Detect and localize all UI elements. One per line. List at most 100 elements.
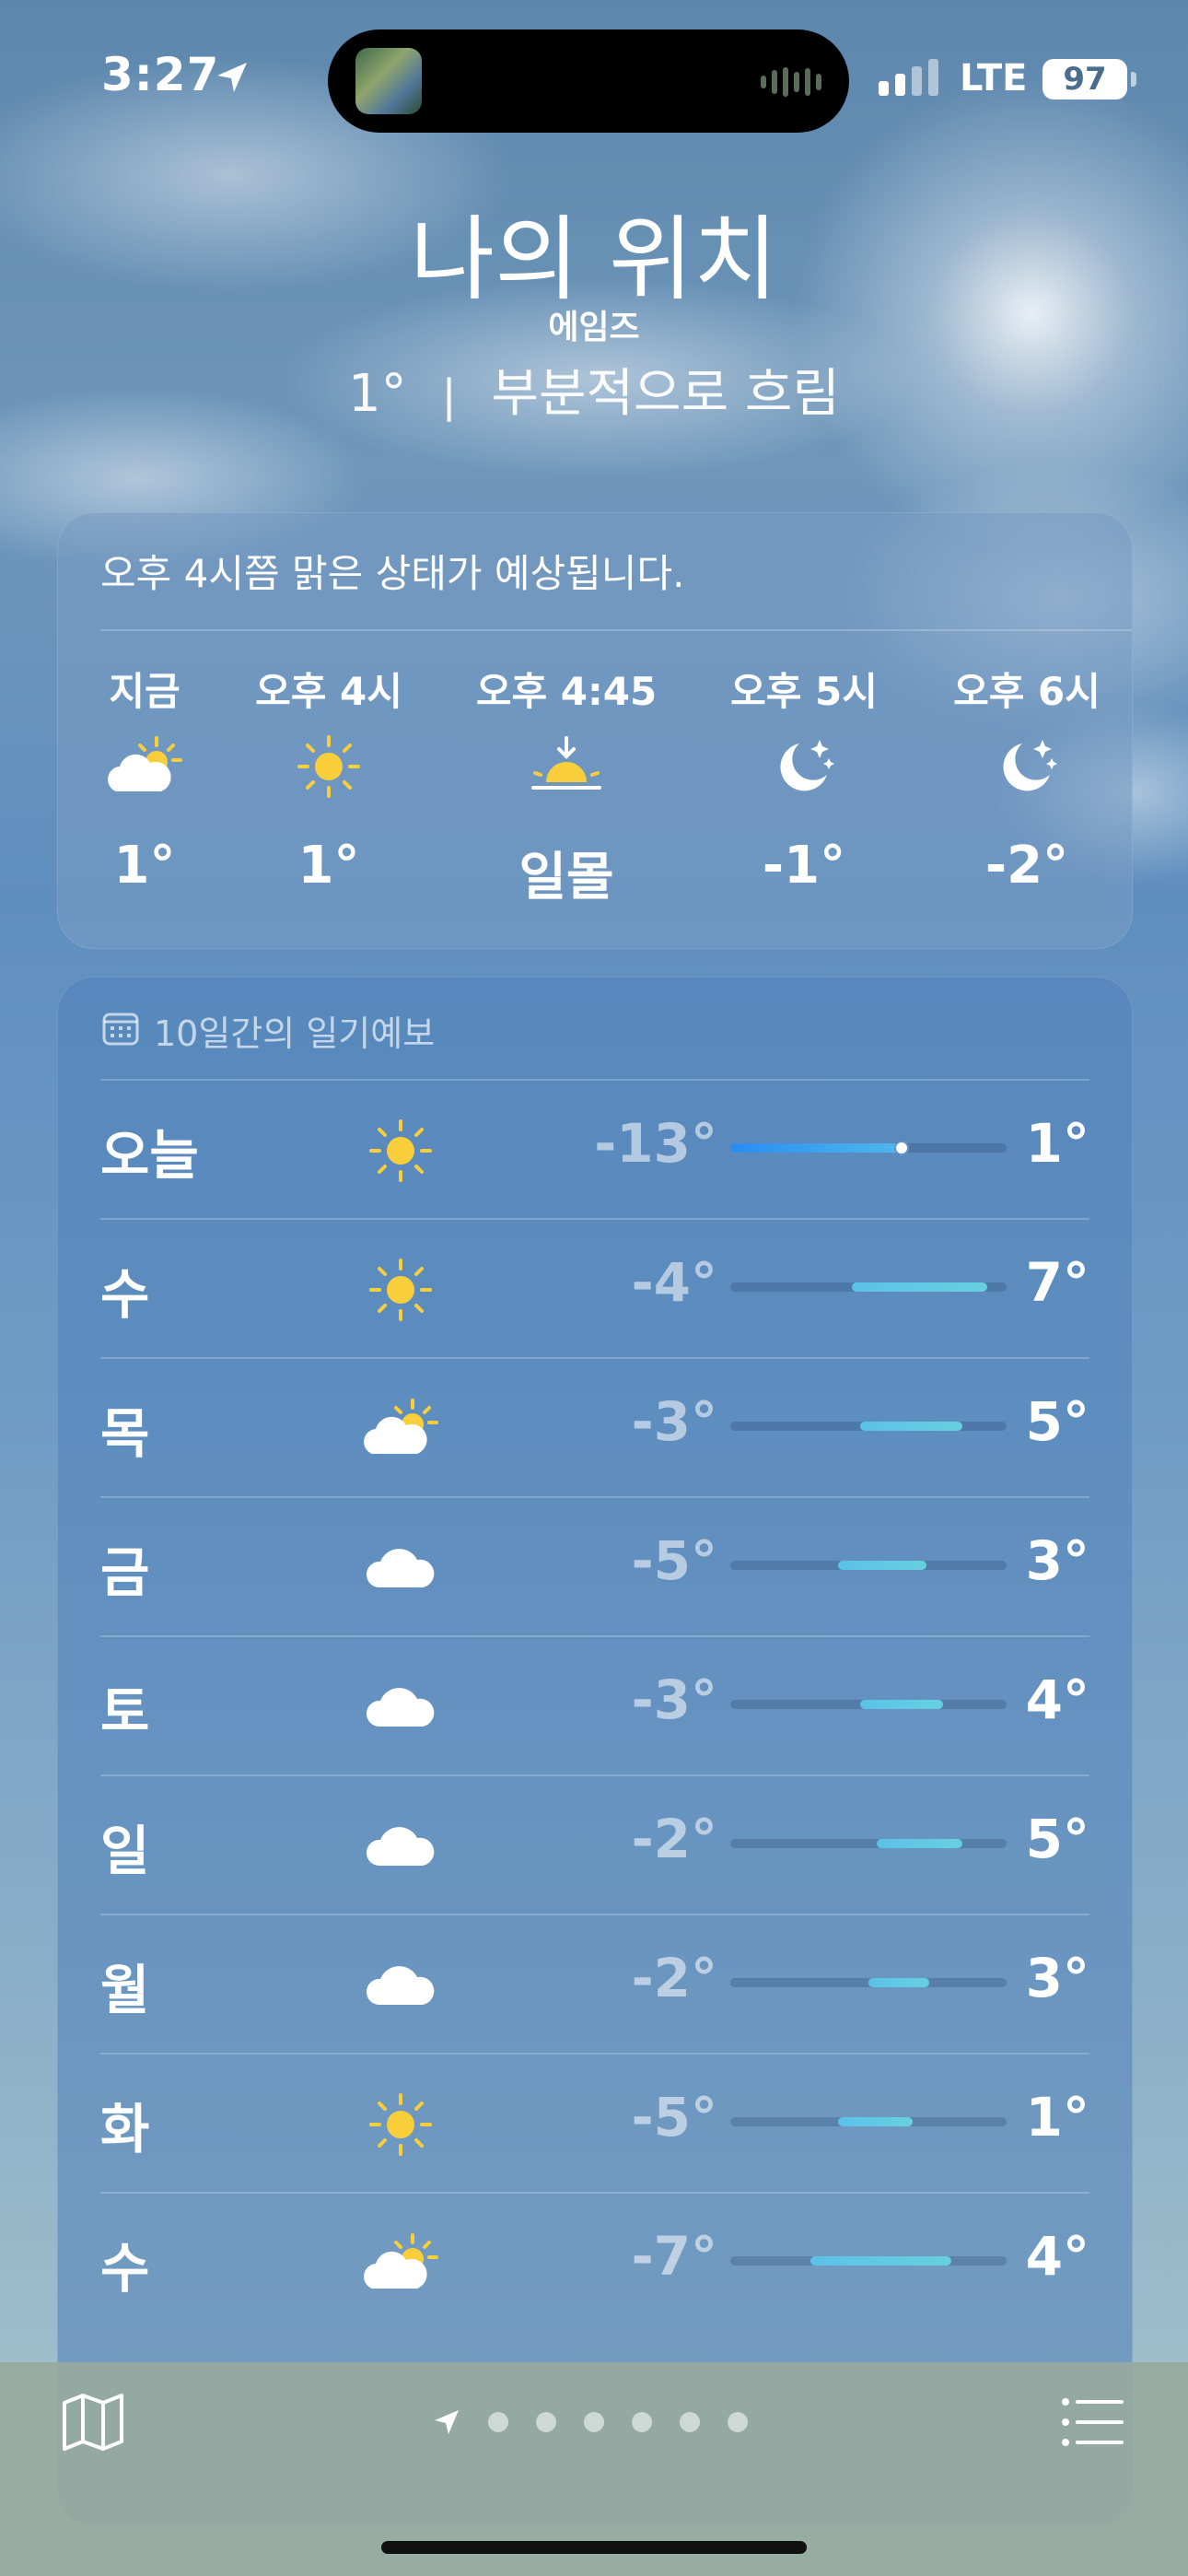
cloud-icon [355, 1670, 447, 1744]
hour-item: 오후 6시 -2° [935, 661, 1119, 896]
cloud-icon [355, 1809, 447, 1883]
ten-day-forecast-card[interactable]: 10일간의 일기예보 오늘 -13° 1° 수 -4° 7° 목 -3° 5° 금 -5° 3° 토 -3… [57, 977, 1133, 2526]
hourly-divider [100, 629, 1132, 631]
low-temp: -2° [631, 1808, 717, 1870]
day-label: 토 [100, 1680, 150, 1743]
location-arrow-icon [435, 2410, 459, 2434]
temperature-range-fill [860, 1422, 962, 1431]
audio-waveform-icon [761, 66, 821, 98]
high-temp: 5° [1025, 1808, 1089, 1870]
forecast-row: 금 -5° 3° [100, 1496, 1089, 1634]
low-temp: -7° [631, 2225, 717, 2288]
list-icon[interactable] [1061, 2397, 1125, 2447]
hour-label: 오후 4시 [255, 669, 402, 714]
page-dot [584, 2412, 604, 2432]
forecast-row: 토 -3° 4° [100, 1635, 1089, 1774]
hour-label: 오후 5시 [730, 669, 878, 714]
low-temp: -3° [631, 1390, 717, 1453]
high-temp: 3° [1025, 1947, 1089, 2009]
network-type: LTE [960, 57, 1028, 100]
forecast-row: 일 -2° 5° [100, 1774, 1089, 1913]
hour-temp: 1° [297, 836, 360, 896]
day-label: 금 [100, 1541, 150, 1604]
row-divider [100, 1496, 1089, 1498]
low-temp: -2° [631, 1947, 717, 2009]
low-temp: -5° [631, 2086, 717, 2149]
sun-icon [355, 2088, 447, 2161]
temperature-range-bar [730, 1839, 1007, 1848]
cellular-signal-icon [879, 59, 938, 96]
temperature-range-bar [730, 1282, 1007, 1292]
temperature-range-fill [730, 1143, 902, 1153]
row-divider [100, 1635, 1089, 1637]
hour-item: 오후 4시 1° [237, 661, 421, 896]
cloud-icon [355, 1949, 447, 2022]
day-label: 목 [100, 1402, 150, 1465]
sun-icon [355, 1114, 447, 1188]
hour-item: 오후 4:45 일몰 [474, 661, 658, 910]
page-dot [728, 2412, 748, 2432]
forecast-row: 화 -5° 1° [100, 2053, 1089, 2191]
hour-label: 오후 4:45 [475, 669, 658, 714]
current-temp-marker [894, 1141, 909, 1155]
dynamic-island[interactable] [328, 29, 849, 133]
low-temp: -4° [631, 1251, 717, 1314]
condition-text: 부분적으로 흐림 [491, 364, 840, 424]
temperature-range-fill [877, 1839, 962, 1848]
hourly-summary: 오후 4시쯤 맑은 상태가 예상됩니다. [100, 551, 685, 596]
temperature-range-bar [730, 1141, 1007, 1155]
page-dot [680, 2412, 700, 2432]
low-temp: -13° [594, 1112, 717, 1175]
row-divider [100, 1914, 1089, 1915]
cloud-icon [355, 1531, 447, 1605]
partly-cloudy-icon [355, 2227, 447, 2301]
sun-icon [355, 1253, 447, 1327]
high-temp: 7° [1025, 1251, 1089, 1314]
now-playing-artwork [355, 48, 422, 114]
hour-label: 지금 [109, 669, 181, 714]
day-label: 일 [100, 1820, 150, 1882]
hour-temp: 일몰 [518, 848, 614, 907]
location-arrow-icon [217, 63, 247, 92]
row-divider [100, 1079, 1089, 1081]
moon-stars-icon [712, 734, 896, 799]
page-dot [536, 2412, 556, 2432]
location-title: 나의 위치 [410, 205, 778, 313]
temperature-range-bar [730, 1978, 1007, 1987]
hour-temp: -2° [984, 836, 1069, 896]
row-divider [100, 1218, 1089, 1220]
hour-label: 오후 6시 [953, 669, 1101, 714]
row-divider [100, 1774, 1089, 1776]
day-label: 화 [100, 2098, 150, 2160]
location-subtitle: 에임즈 [548, 309, 640, 346]
sun-icon [237, 734, 421, 799]
status-time: 3:27 [101, 48, 220, 101]
hour-item: 오후 5시 -1° [712, 661, 896, 896]
hour-temp: -1° [762, 836, 846, 896]
current-temperature: 1° [348, 364, 407, 424]
high-temp: 4° [1025, 2225, 1089, 2288]
partly-cloudy-icon [52, 734, 237, 799]
map-icon[interactable] [61, 2392, 125, 2453]
hour-item: 지금 1° [52, 661, 237, 896]
high-temp: 5° [1025, 1390, 1089, 1453]
row-divider [100, 1357, 1089, 1359]
temperature-range-fill [810, 2256, 951, 2266]
temperature-range-fill [868, 1978, 929, 1987]
forecast-row: 수 -4° 7° [100, 1218, 1089, 1356]
conditions-separator: | [441, 370, 457, 422]
day-label: 오늘 [100, 1124, 199, 1187]
home-indicator[interactable] [381, 2541, 807, 2554]
day-label: 월 [100, 1959, 150, 2021]
row-divider [100, 2053, 1089, 2055]
hourly-forecast-card[interactable]: 오후 4시쯤 맑은 상태가 예상됩니다. 지금 1° 오후 4시 1° 오후 4… [57, 512, 1133, 949]
current-conditions: 1° | 부분적으로 흐림 [0, 352, 1188, 427]
moon-stars-icon [935, 734, 1119, 799]
calendar-icon [102, 1013, 139, 1046]
temperature-range-fill [852, 1282, 987, 1292]
sunset-icon [474, 734, 658, 799]
battery-tip [1131, 72, 1136, 87]
temperature-range-bar [730, 2117, 1007, 2126]
low-temp: -3° [631, 1669, 717, 1731]
page-indicator[interactable] [433, 2408, 748, 2436]
